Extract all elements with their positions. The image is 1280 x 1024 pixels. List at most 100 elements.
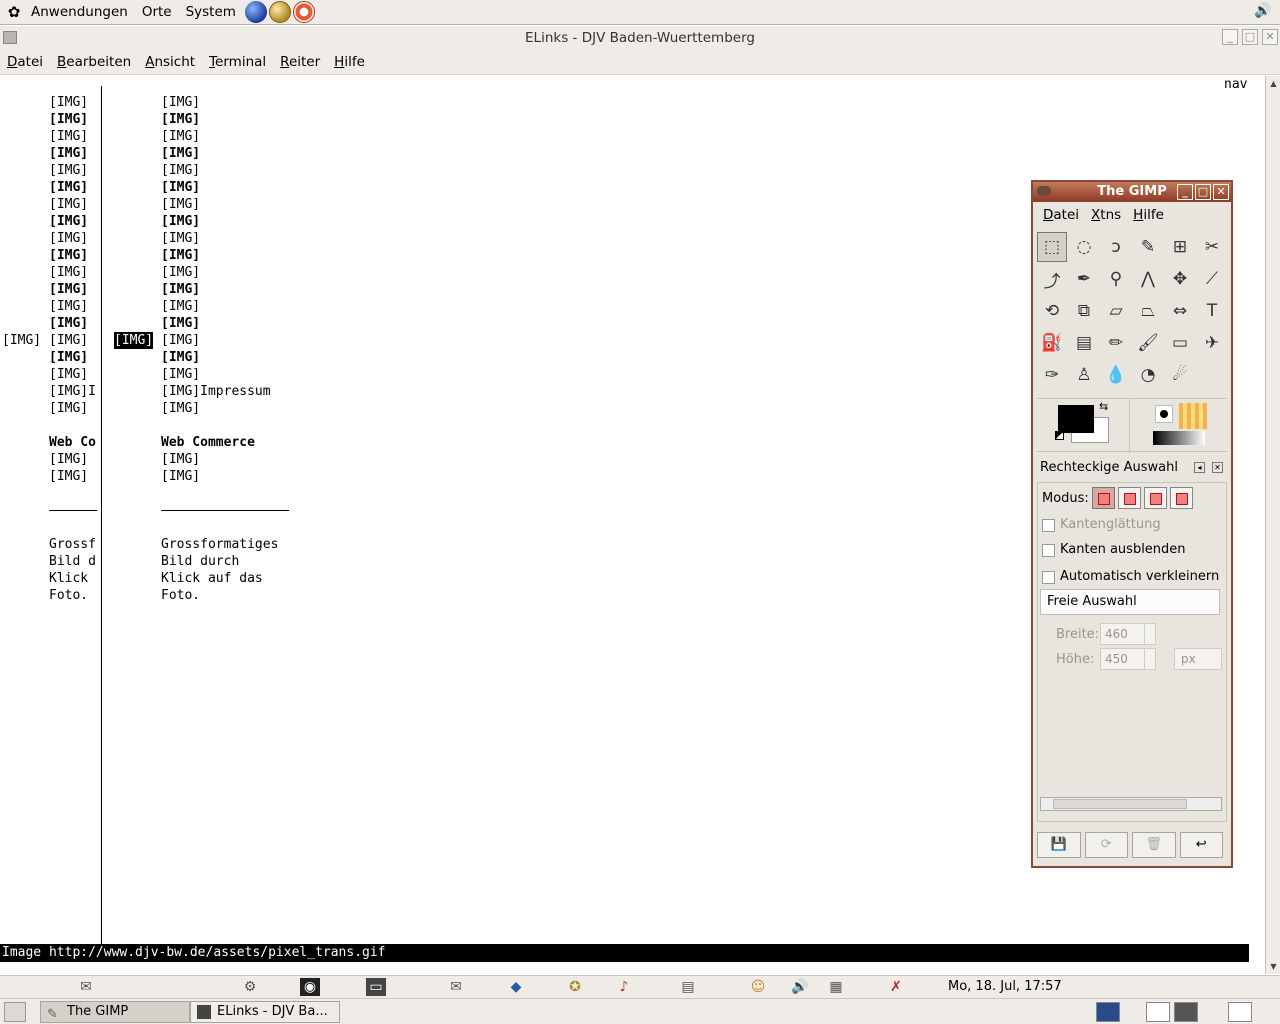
- image-link[interactable]: [IMG]: [49, 94, 88, 111]
- mode-intersect-button[interactable]: [1170, 487, 1193, 509]
- image-link[interactable]: [IMG]: [161, 451, 200, 468]
- image-link[interactable]: [IMG]: [2, 332, 41, 349]
- move-icon[interactable]: ✥: [1165, 264, 1195, 294]
- measure-icon[interactable]: ⋀: [1133, 264, 1163, 294]
- restore-options-icon[interactable]: ⟳: [1084, 832, 1128, 858]
- image-link[interactable]: [IMG]: [161, 247, 200, 264]
- clock[interactable]: Mo, 18. Jul, 17:57: [948, 979, 1062, 994]
- close-button[interactable]: ✕: [1262, 29, 1278, 45]
- task-elinks[interactable]: ELinks - DJV Ba...: [190, 1001, 340, 1023]
- shear-icon[interactable]: ▱: [1101, 296, 1131, 326]
- image-link[interactable]: [IMG]: [161, 468, 200, 485]
- paintbrush-icon[interactable]: 🖌: [1133, 328, 1163, 358]
- mail-icon[interactable]: ✉: [446, 978, 466, 996]
- show-desktop-icon[interactable]: [4, 1002, 26, 1022]
- mode-add-button[interactable]: [1118, 487, 1141, 509]
- close-button[interactable]: ✕: [1213, 184, 1229, 200]
- mode-subtract-button[interactable]: [1144, 487, 1167, 509]
- scroll-down-icon[interactable]: ▼: [1268, 961, 1279, 972]
- launcher-icon[interactable]: ◉: [300, 978, 320, 996]
- image-link[interactable]: [IMG]: [49, 400, 88, 417]
- delete-options-icon[interactable]: 🗑: [1132, 832, 1176, 858]
- image-link[interactable]: [IMG]: [161, 332, 200, 349]
- launcher-icon[interactable]: ⚙: [240, 978, 260, 996]
- image-link[interactable]: [IMG]: [49, 230, 88, 247]
- image-link[interactable]: [IMG]: [49, 349, 88, 366]
- lasso-icon[interactable]: ↄ: [1101, 232, 1131, 262]
- workspace-2[interactable]: [1146, 1002, 1170, 1022]
- blend-icon[interactable]: ▤: [1069, 328, 1099, 358]
- swap-colors-icon[interactable]: ⇆: [1099, 400, 1108, 413]
- launcher-icon[interactable]: ✉: [76, 978, 96, 996]
- menu-terminal[interactable]: Terminal: [202, 54, 273, 70]
- gimp-menu-hilfe[interactable]: Hilfe: [1127, 207, 1170, 223]
- airbrush-icon[interactable]: ✈: [1197, 328, 1227, 358]
- eraser-icon[interactable]: ▭: [1165, 328, 1195, 358]
- window-menu-icon[interactable]: [3, 31, 17, 44]
- image-link[interactable]: [IMG]: [161, 400, 200, 417]
- flip-icon[interactable]: ⇔: [1165, 296, 1195, 326]
- image-link[interactable]: [IMG]: [161, 230, 200, 247]
- web-commerce-link[interactable]: Web Commerce: [161, 434, 255, 451]
- maximize-button[interactable]: □: [1242, 29, 1258, 45]
- image-link[interactable]: [IMG]: [49, 468, 88, 485]
- image-link[interactable]: [IMG]: [161, 196, 200, 213]
- gimp-menu-datei[interactable]: Datei: [1037, 207, 1085, 223]
- help-icon[interactable]: [292, 1, 315, 23]
- foreground-color[interactable]: [1058, 405, 1094, 433]
- image-link[interactable]: [IMG]: [49, 315, 88, 332]
- menu-anwendungen[interactable]: Anwendungen: [24, 4, 135, 20]
- web-browser-icon[interactable]: [244, 1, 267, 23]
- image-link[interactable]: [IMG]: [49, 332, 88, 349]
- pattern-icon[interactable]: [1179, 403, 1207, 429]
- image-link[interactable]: [IMG]: [49, 451, 88, 468]
- color-select-icon[interactable]: ⊞: [1165, 232, 1195, 262]
- options-scrollbar[interactable]: [1040, 797, 1222, 811]
- launcher-icon[interactable]: ♪: [614, 978, 634, 996]
- image-link[interactable]: [IMG]: [49, 366, 88, 383]
- zoom-icon[interactable]: ⚲: [1101, 264, 1131, 294]
- image-link[interactable]: [IMG]: [49, 298, 88, 315]
- volume-icon[interactable]: 🔊: [1254, 3, 1274, 21]
- unit-select[interactable]: px: [1174, 648, 1222, 670]
- rect-select-icon[interactable]: ⬚: [1037, 232, 1067, 262]
- close-tab-icon[interactable]: ✕: [1212, 462, 1223, 473]
- blur-icon[interactable]: 💧: [1101, 360, 1131, 390]
- image-link[interactable]: [IMG]: [161, 366, 200, 383]
- scissors-icon[interactable]: ✂: [1197, 232, 1227, 262]
- gnome-foot-icon[interactable]: ✿: [6, 3, 22, 21]
- free-selection-dropdown[interactable]: Freie Auswahl: [1040, 589, 1220, 615]
- perspective-icon[interactable]: ⏢: [1133, 296, 1163, 326]
- image-link[interactable]: [IMG]: [161, 179, 200, 196]
- task-gimp[interactable]: ✎ The GIMP: [40, 1001, 190, 1023]
- image-link[interactable]: [IMG]: [161, 128, 200, 145]
- launcher-icon[interactable]: ▤: [678, 978, 698, 996]
- save-options-icon[interactable]: 💾: [1037, 832, 1081, 858]
- workspace-4[interactable]: [1228, 1002, 1252, 1022]
- workspace-1[interactable]: [1096, 1002, 1120, 1022]
- compass-icon[interactable]: ✪: [565, 978, 585, 996]
- image-link[interactable]: [IMG]I: [49, 383, 96, 400]
- minimize-button[interactable]: _: [1177, 184, 1193, 200]
- smudge-icon[interactable]: ☄: [1165, 360, 1195, 390]
- text-icon[interactable]: T: [1197, 296, 1227, 326]
- image-link[interactable]: [IMG]: [49, 179, 88, 196]
- menu-datei[interactable]: Datei: [0, 54, 50, 70]
- gimp-menu-xtns[interactable]: Xtns: [1085, 207, 1127, 223]
- image-link[interactable]: [IMG]: [49, 128, 88, 145]
- image-link[interactable]: [IMG]Impressum: [161, 383, 271, 400]
- image-link[interactable]: [IMG]: [161, 213, 200, 230]
- ink-icon[interactable]: ✑: [1037, 360, 1067, 390]
- image-link[interactable]: [IMG]: [49, 162, 88, 179]
- rotate-icon[interactable]: ⟲: [1037, 296, 1067, 326]
- reset-options-icon[interactable]: ↩: [1179, 832, 1223, 858]
- image-link[interactable]: [IMG]: [161, 162, 200, 179]
- image-link[interactable]: [IMG]: [161, 298, 200, 315]
- antialias-checkbox[interactable]: [1042, 519, 1055, 532]
- image-link[interactable]: [IMG]: [161, 315, 200, 332]
- feather-checkbox[interactable]: [1042, 544, 1055, 557]
- height-spinner[interactable]: 450: [1100, 648, 1156, 670]
- image-link[interactable]: [IMG]: [161, 264, 200, 281]
- autoshrink-checkbox[interactable]: [1042, 571, 1055, 584]
- minimize-button[interactable]: _: [1222, 29, 1238, 45]
